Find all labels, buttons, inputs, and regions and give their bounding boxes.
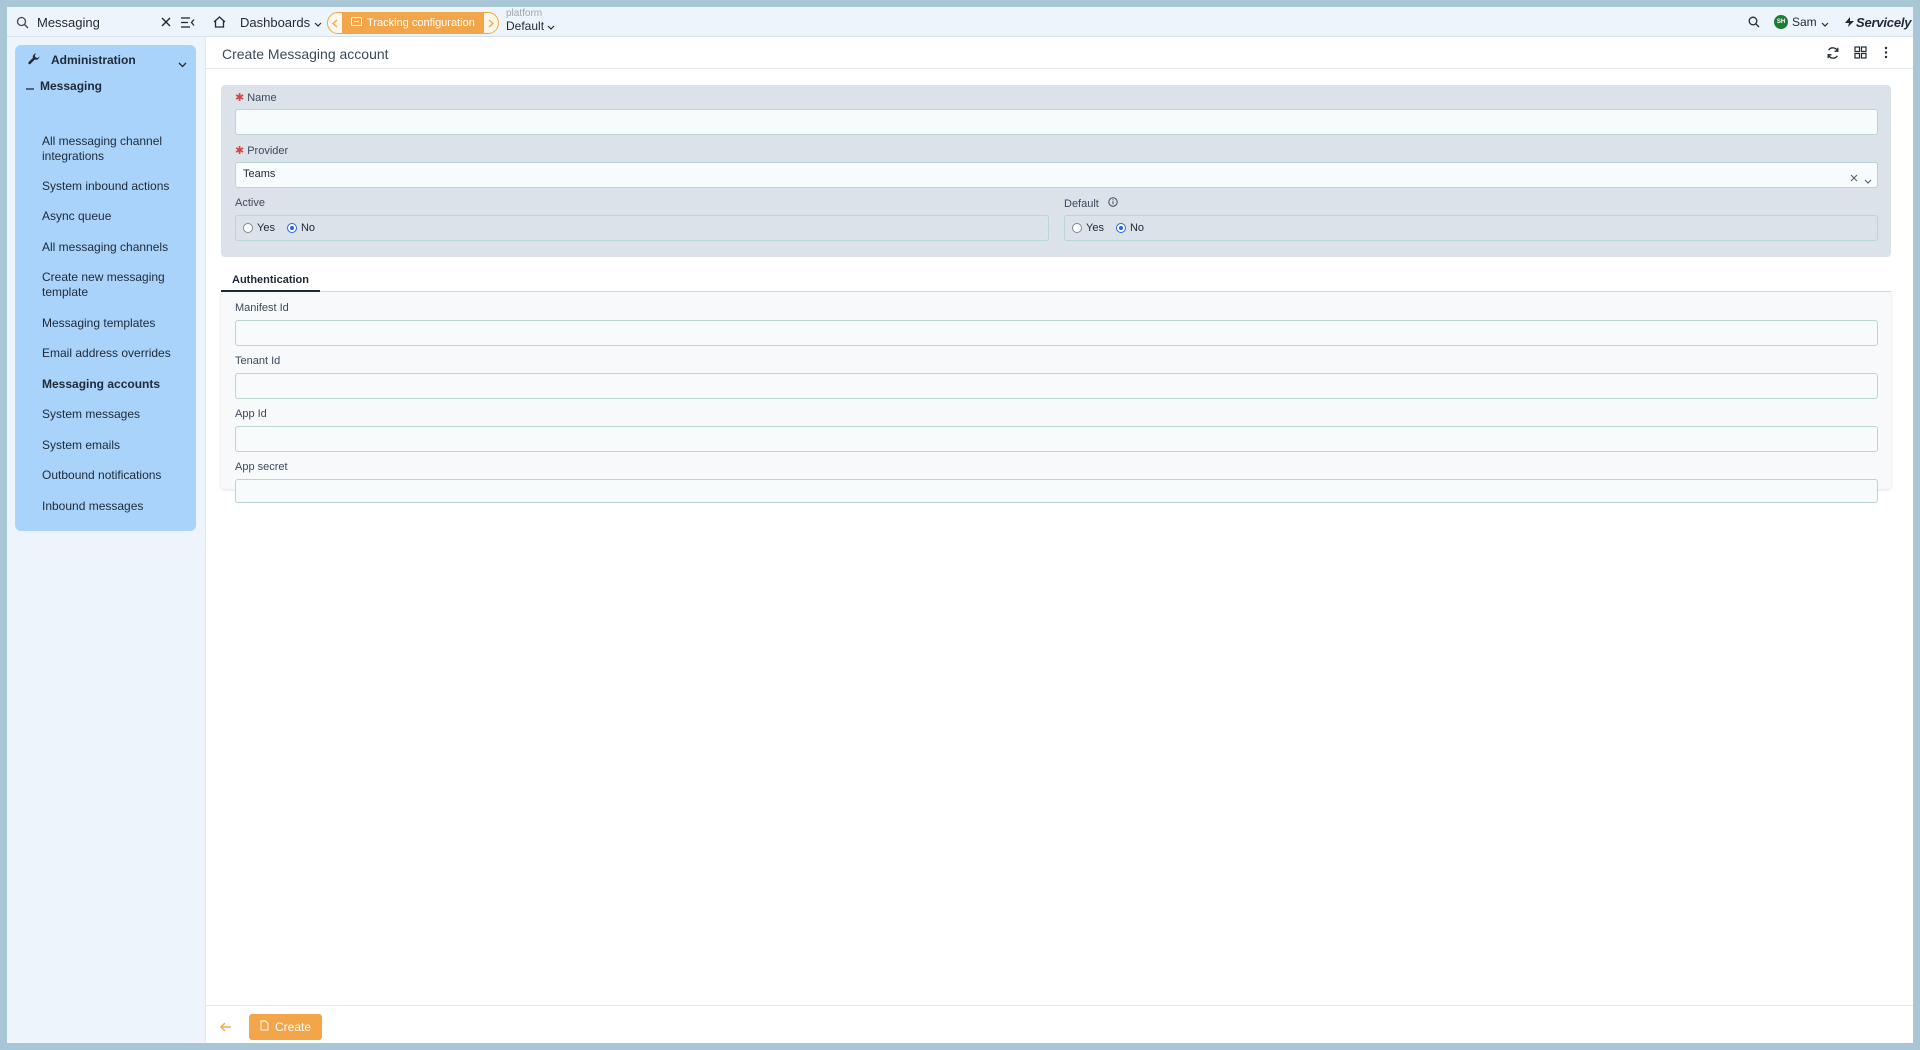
- form-footer: Create: [206, 1005, 1913, 1043]
- active-no-radio[interactable]: [286, 223, 297, 233]
- app-id-input[interactable]: [235, 426, 1878, 452]
- manifest-id-label: Manifest Id: [235, 302, 289, 314]
- default-no-label[interactable]: No: [1130, 222, 1144, 234]
- app-window: Messaging Dashboards Tracking configurat…: [7, 7, 1913, 1043]
- form-card: ✱ Name ✱ Provider Teams Active Yes No De…: [221, 85, 1891, 257]
- sidebar-item-async-queue[interactable]: Async queue: [42, 209, 182, 224]
- sidebar-group-label: Messaging: [40, 79, 103, 93]
- back-arrow-icon[interactable]: [220, 1020, 232, 1035]
- sidebar-item-create-new-messaging-template[interactable]: Create new messaging template: [42, 270, 182, 300]
- sidebar-item-messaging-templates[interactable]: Messaging templates: [42, 316, 182, 331]
- tenant-id-label: Tenant Id: [235, 355, 281, 367]
- breadcrumb-current[interactable]: Tracking configuration: [343, 12, 483, 34]
- active-yes-label[interactable]: Yes: [257, 222, 275, 234]
- default-yes-label[interactable]: Yes: [1086, 222, 1104, 234]
- tenant-id-input[interactable]: [235, 373, 1878, 399]
- default-no-radio[interactable]: [1115, 223, 1126, 233]
- page-title: Create Messaging account: [222, 46, 389, 62]
- sidebar: Administration Messaging All messaging c…: [15, 45, 196, 531]
- user-menu[interactable]: SH Sam: [1774, 7, 1829, 37]
- provider-label: ✱ Provider: [235, 144, 289, 158]
- name-input[interactable]: [235, 109, 1878, 135]
- sidebar-item-messaging-accounts[interactable]: Messaging accounts: [42, 377, 182, 392]
- user-name: Sam: [1792, 15, 1817, 29]
- chevron-left-icon: [332, 19, 338, 27]
- main-content: Create Messaging account ✱ Name ✱ Provid…: [205, 37, 1913, 1043]
- app-secret-input[interactable]: [235, 479, 1878, 503]
- dashboards-label: Dashboards: [240, 14, 311, 30]
- create-button[interactable]: Create: [249, 1014, 322, 1040]
- chevron-right-icon: [488, 19, 494, 27]
- active-radio-group: Yes No: [235, 215, 1049, 241]
- required-icon: ✱: [235, 145, 245, 157]
- breadcrumb-prev-button[interactable]: [327, 12, 343, 34]
- clear-icon[interactable]: [1850, 170, 1858, 185]
- active-no-label[interactable]: No: [301, 222, 315, 234]
- sidebar-item-system-inbound-actions[interactable]: System inbound actions: [42, 179, 182, 194]
- active-yes-radio[interactable]: [243, 223, 253, 233]
- app-secret-label: App secret: [235, 461, 288, 473]
- create-label: Create: [274, 1020, 312, 1034]
- default-yes-radio[interactable]: [1072, 223, 1082, 233]
- dashboards-menu[interactable]: Dashboards: [240, 7, 322, 37]
- clear-search-icon[interactable]: [161, 7, 171, 37]
- top-bar: Messaging Dashboards Tracking configurat…: [7, 7, 1913, 37]
- platform-selector[interactable]: platform Default: [506, 9, 555, 32]
- authentication-panel: Manifest Id Tenant Id App Id App secret: [221, 292, 1891, 503]
- sidebar-item-all-messaging-channels[interactable]: All messaging channels: [42, 240, 182, 255]
- breadcrumb-next-button[interactable]: [482, 12, 499, 34]
- chevron-down-icon: [178, 56, 187, 71]
- info-icon[interactable]: [1108, 197, 1118, 210]
- sidebar-section-title: Administration: [51, 53, 136, 67]
- sidebar-item-all-messaging-channel-integrations[interactable]: All messaging channel integrations: [42, 134, 182, 164]
- provider-value: Teams: [243, 168, 276, 180]
- name-label: ✱ Name: [235, 91, 277, 105]
- sidebar-item-system-emails[interactable]: System emails: [42, 438, 182, 453]
- menu-search-input[interactable]: Messaging: [37, 7, 100, 37]
- default-radio-group: Yes No: [1064, 215, 1878, 241]
- more-options-icon[interactable]: [1884, 46, 1888, 62]
- search-icon[interactable]: [16, 7, 29, 37]
- refresh-icon[interactable]: [1826, 46, 1840, 63]
- breadcrumb: Tracking configuration: [327, 12, 499, 34]
- tracking-icon: [351, 17, 362, 29]
- collapse-icon: [26, 79, 34, 93]
- tab-authentication[interactable]: Authentication: [221, 269, 320, 292]
- app-id-label: App Id: [235, 408, 267, 420]
- manifest-id-input[interactable]: [235, 320, 1878, 346]
- avatar: SH: [1774, 15, 1788, 29]
- global-search-icon[interactable]: [1748, 7, 1760, 37]
- sidebar-section-administration[interactable]: Administration: [15, 45, 196, 75]
- platform-label: platform: [506, 8, 543, 19]
- brand-logo: Servicely: [1845, 7, 1912, 37]
- page-header: Create Messaging account: [206, 37, 1913, 69]
- bolt-icon: [1845, 15, 1854, 30]
- sidebar-group-messaging[interactable]: Messaging: [26, 79, 102, 93]
- chevron-down-icon: [314, 15, 322, 30]
- sidebar-item-system-messages[interactable]: System messages: [42, 407, 182, 422]
- collapse-menu-icon[interactable]: [181, 7, 195, 37]
- sidebar-item-inbound-messages[interactable]: Inbound messages: [42, 499, 182, 514]
- chevron-down-icon: [547, 20, 555, 32]
- sidebar-item-outbound-notifications[interactable]: Outbound notifications: [42, 468, 182, 483]
- provider-select[interactable]: Teams: [235, 162, 1878, 188]
- wrench-icon: [27, 52, 41, 69]
- breadcrumb-label: Tracking configuration: [367, 17, 475, 29]
- chevron-down-icon: [1821, 15, 1829, 30]
- active-label: Active: [235, 197, 265, 209]
- chevron-down-icon[interactable]: [1864, 172, 1872, 187]
- default-label: Default: [1064, 197, 1118, 210]
- sidebar-item-email-address-overrides[interactable]: Email address overrides: [42, 346, 182, 361]
- layout-grid-icon[interactable]: [1854, 46, 1867, 62]
- platform-value: Default: [506, 19, 545, 33]
- required-icon: ✱: [235, 92, 245, 104]
- document-icon: [260, 1020, 269, 1034]
- home-icon[interactable]: [213, 7, 226, 37]
- brand-name: Servicely: [1856, 14, 1912, 30]
